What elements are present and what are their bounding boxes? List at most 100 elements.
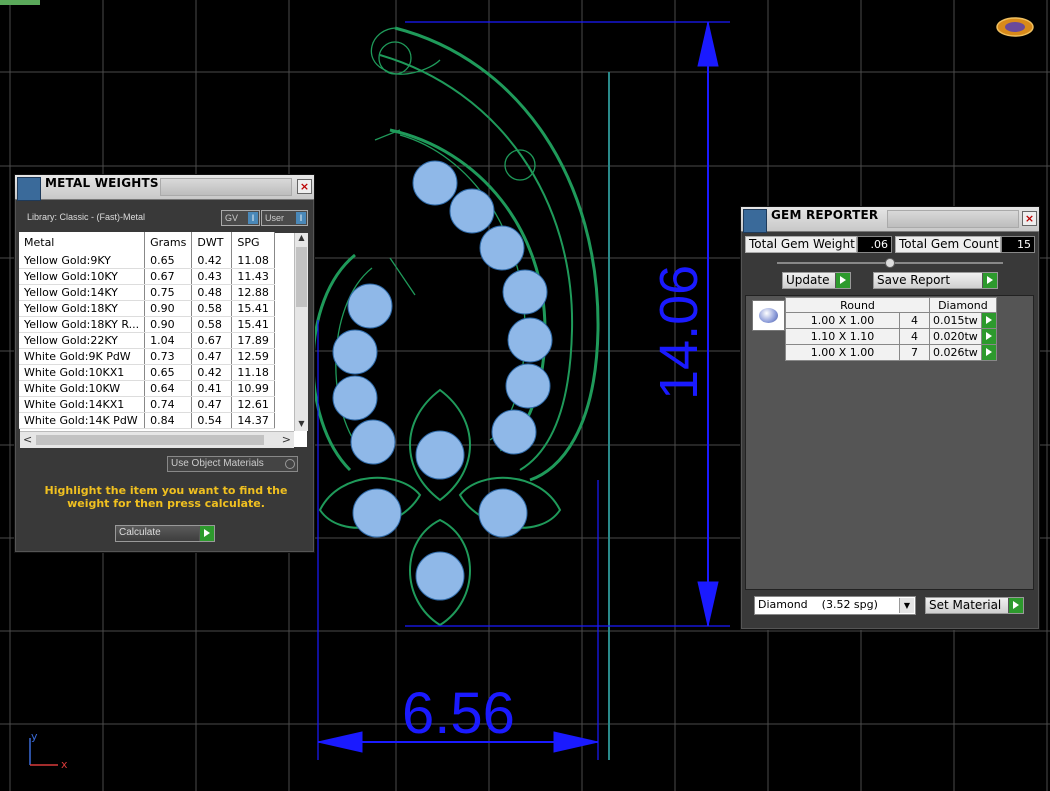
gem-table-header: Round Diamond	[785, 297, 997, 313]
spg-cell: 11.08	[231, 253, 275, 269]
table-row[interactable]: 1.00 X 1.00 7 0.026tw	[785, 344, 997, 361]
spg-cell: 15.41	[231, 316, 275, 333]
material-select[interactable]: Diamond (3.52 spg) ▼	[754, 596, 916, 615]
shape-header: Round	[785, 297, 930, 313]
column-header[interactable]: DWT	[191, 232, 233, 253]
app-logo-icon[interactable]	[996, 17, 1034, 37]
round-gem-icon[interactable]	[752, 300, 785, 331]
play-icon[interactable]	[980, 312, 997, 329]
use-object-materials-toggle[interactable]: Use Object Materials	[167, 456, 298, 472]
table-row[interactable]: Yellow Gold:22KY 1.04 0.67 17.89	[19, 332, 275, 349]
axis-indicator: y x	[29, 730, 68, 771]
material-header: Diamond	[929, 297, 997, 313]
table-header-row: Metal Grams DWT SPG	[19, 232, 275, 253]
dwt-cell: 0.42	[191, 253, 233, 269]
gem-count-cell: 4	[899, 312, 930, 329]
gem-reporter-panel: GEM REPORTER × Total Gem Weight .06 Tota…	[740, 206, 1040, 630]
scroll-right-icon[interactable]: >	[282, 433, 291, 446]
slider-handle[interactable]	[885, 258, 895, 268]
hscroll-thumb[interactable]	[36, 435, 264, 445]
table-row[interactable]: White Gold:10KW 0.64 0.41 10.99	[19, 380, 275, 397]
table-row[interactable]: Yellow Gold:9KY 0.65 0.42 11.08	[19, 253, 275, 269]
gem-size-cell: 1.00 X 1.00	[785, 312, 900, 329]
top-left-handle[interactable]	[0, 0, 40, 5]
dwt-cell: 0.47	[191, 396, 233, 413]
total-gem-count-label: Total Gem Count	[895, 236, 1001, 253]
dwt-cell: 0.54	[191, 412, 233, 429]
dwt-cell: 0.67	[191, 332, 233, 349]
column-header[interactable]: SPG	[231, 232, 275, 253]
metal-cell: Yellow Gold:22KY	[19, 332, 146, 349]
gv-label: GV	[225, 213, 239, 223]
spg-cell: 12.61	[231, 396, 275, 413]
gem-table: Round Diamond 1.00 X 1.00 4 0.015tw 1.10…	[785, 297, 997, 361]
scroll-up-icon[interactable]: ▲	[295, 233, 308, 245]
table-row[interactable]: White Gold:10KX1 0.65 0.42 11.18	[19, 364, 275, 381]
chevron-down-icon[interactable]: ▼	[899, 598, 914, 613]
table-row[interactable]: Yellow Gold:10KY 0.67 0.43 11.43	[19, 268, 275, 285]
title-drag-bar[interactable]	[887, 210, 1019, 228]
scroll-thumb[interactable]	[296, 247, 307, 307]
gem-weight-cell: 0.015tw	[929, 312, 982, 329]
gv-toggle[interactable]: GV I	[221, 210, 260, 226]
close-icon[interactable]: ×	[1022, 211, 1037, 226]
play-icon	[1008, 598, 1023, 613]
set-material-label: Set Material	[929, 598, 1002, 612]
dwt-cell: 0.58	[191, 316, 233, 333]
table-row[interactable]: White Gold:14K PdW 0.84 0.54 14.37	[19, 412, 275, 429]
scroll-left-icon[interactable]: <	[23, 433, 32, 446]
vertical-scrollbar[interactable]: ▲ ▼	[294, 233, 308, 431]
table-row[interactable]: Yellow Gold:18KY 0.90 0.58 15.41	[19, 300, 275, 317]
table-row[interactable]: 1.10 X 1.10 4 0.020tw	[785, 328, 997, 345]
gem-count-cell: 7	[899, 344, 930, 361]
scale-icon	[17, 177, 41, 201]
dwt-cell: 0.58	[191, 300, 233, 317]
gem-weight-cell: 0.020tw	[929, 328, 982, 345]
total-gem-count-value: 15	[1001, 236, 1035, 253]
grams-cell: 0.65	[144, 253, 193, 269]
title-drag-bar[interactable]	[160, 178, 292, 196]
grams-cell: 0.90	[144, 316, 193, 333]
calculate-button[interactable]: Calculate	[115, 525, 215, 542]
gem-size-cell: 1.00 X 1.00	[785, 344, 900, 361]
axis-y-label: y	[31, 730, 38, 743]
table-row[interactable]: Yellow Gold:14KY 0.75 0.48 12.88	[19, 284, 275, 301]
use-object-materials-label: Use Object Materials	[171, 458, 264, 469]
spg-cell: 14.37	[231, 412, 275, 429]
user-label: User	[265, 213, 285, 223]
save-report-button[interactable]: Save Report	[873, 272, 998, 289]
gem-reporter-title: GEM REPORTER	[771, 208, 879, 222]
dwt-cell: 0.48	[191, 284, 233, 301]
jewelry-wireframe[interactable]	[311, 26, 600, 627]
axis-x-label: x	[61, 758, 68, 771]
grams-cell: 0.90	[144, 300, 193, 317]
gem-count-cell: 4	[899, 328, 930, 345]
play-icon[interactable]	[980, 344, 997, 361]
spg-cell: 11.43	[231, 268, 275, 285]
total-gem-weight-label: Total Gem Weight	[745, 236, 857, 253]
play-icon[interactable]	[980, 328, 997, 345]
metal-weights-table: Metal Grams DWT SPG Yellow Gold:9KY 0.65 0…	[19, 232, 275, 429]
update-button[interactable]: Update	[782, 272, 851, 289]
gem-weight-cell: 0.026tw	[929, 344, 982, 361]
table-row[interactable]: Yellow Gold:18KY R... 0.90 0.58 15.41	[19, 316, 275, 333]
dimension-height: 14.06	[649, 265, 709, 400]
grams-cell: 0.67	[144, 268, 193, 285]
grams-cell: 1.04	[144, 332, 193, 349]
scroll-down-icon[interactable]: ▼	[295, 419, 308, 431]
material-select-value: Diamond (3.52 spg)	[758, 598, 878, 611]
table-row[interactable]: 1.00 X 1.00 4 0.015tw	[785, 312, 997, 329]
column-header[interactable]: Metal	[19, 232, 146, 253]
table-row[interactable]: White Gold:9K PdW 0.73 0.47 12.59	[19, 348, 275, 365]
table-row[interactable]: White Gold:14KX1 0.74 0.47 12.61	[19, 396, 275, 413]
metal-cell: Yellow Gold:10KY	[19, 268, 146, 285]
gem-reporter-titlebar[interactable]: GEM REPORTER ×	[741, 207, 1039, 233]
metal-weights-titlebar[interactable]: METAL WEIGHTS ×	[15, 175, 314, 201]
column-header[interactable]: Grams	[144, 232, 193, 253]
horizontal-scrollbar[interactable]: < >	[20, 431, 294, 448]
set-material-button[interactable]: Set Material	[925, 597, 1024, 614]
dwt-cell: 0.42	[191, 364, 233, 381]
close-icon[interactable]: ×	[297, 179, 312, 194]
metal-cell: White Gold:10KW	[19, 380, 146, 397]
user-toggle[interactable]: User I	[261, 210, 308, 226]
